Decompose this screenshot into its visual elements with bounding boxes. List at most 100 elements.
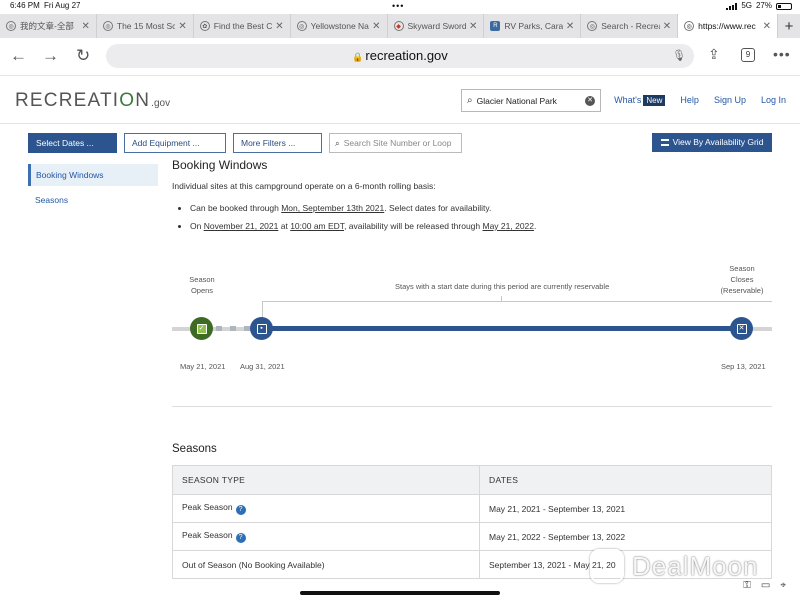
sign-up-link[interactable]: Sign Up (714, 95, 746, 105)
tab-favicon-icon: ◎ (296, 21, 307, 31)
booking-windows-section: Booking Windows Individual sites at this… (172, 158, 772, 239)
battery-icon (776, 2, 792, 10)
reservable-period-label: Stays with a start date during this peri… (395, 282, 610, 291)
browser-tab[interactable]: ◎ 我的文章-全部 ✕ (0, 14, 97, 38)
season-type: Out of Season (No Booking Available) (182, 559, 325, 570)
section-sidebar: Booking Windows Seasons (28, 164, 158, 214)
sidebar-item-booking-windows[interactable]: Booking Windows (28, 164, 158, 186)
booking-intro: Individual sites at this campground oper… (172, 181, 436, 191)
close-date-label: Sep 13, 2021 (721, 362, 766, 371)
release-through-date: May 21, 2022 (482, 221, 535, 231)
availability-grid-button[interactable]: View By Availability Grid (652, 133, 772, 152)
browser-tab[interactable]: ◆ Skyward Sword ✕ (388, 14, 485, 38)
tab-switcher-icon[interactable]: 9 (741, 48, 755, 62)
location-icon[interactable]: ⌖ (780, 580, 786, 591)
forward-arrow-icon[interactable]: → (42, 46, 59, 66)
tab-favicon-icon: ◆ (393, 21, 404, 31)
address-bar[interactable]: 🔒 recreation.gov 🎙 (106, 44, 694, 68)
calendar-check-icon: ✓ (196, 323, 207, 334)
recreation-gov-logo[interactable]: RECREATION.gov (15, 90, 170, 112)
today-date-label: Aug 31, 2021 (240, 362, 285, 371)
timeline-dash (230, 326, 236, 331)
close-tab-icon[interactable]: ✕ (372, 21, 380, 32)
tab-favicon-icon: ◎ (102, 21, 113, 31)
help-icon[interactable]: ? (235, 533, 246, 543)
seasons-title: Seasons (172, 443, 217, 455)
close-tab-icon[interactable]: ✕ (275, 21, 283, 32)
browser-tab-bar: ◎ 我的文章-全部 ✕ ◎ The 15 Most Sc ✕ ✿ Find the Bes… (0, 14, 800, 38)
season-closes-marker: ✕ (730, 317, 753, 340)
season-dates: May 21, 2021 - September 13, 2021 (479, 494, 772, 523)
season-type-header: SEASON TYPE (172, 465, 480, 495)
close-tab-icon[interactable]: ✕ (566, 21, 574, 32)
site-number-search-input[interactable]: ⌕ Search Site Number or Loop (329, 133, 462, 153)
help-link[interactable]: Help (680, 95, 699, 105)
close-tab-icon[interactable]: ✕ (763, 21, 771, 32)
calendar-icon: ▪ (256, 323, 267, 334)
list-item: On November 21, 2021 at 10:00 am EDT, av… (190, 221, 772, 231)
search-icon: ⌕ (335, 138, 340, 148)
battery-percent: 27% (755, 1, 772, 10)
grid-icon (660, 139, 669, 146)
reservable-period-line (262, 326, 742, 331)
more-options-icon[interactable]: ••• (773, 46, 791, 62)
share-icon[interactable]: ⇪ (708, 46, 720, 63)
address-url: recreation.gov (365, 48, 448, 63)
home-indicator[interactable] (300, 591, 500, 595)
booking-timeline: Season Opens Season Closes (Reservable) Sta… (172, 258, 772, 378)
key-icon[interactable]: ⚿ (743, 580, 751, 591)
help-icon[interactable]: ? (235, 505, 246, 515)
season-dates: May 21, 2022 - September 13, 2022 (479, 522, 772, 551)
signal-icon (726, 2, 738, 10)
table-row: Peak Season? May 21, 2022 - September 13… (172, 522, 772, 551)
tab-favicon-icon: ◎ (6, 21, 16, 31)
tab-favicon-icon: ◎ (587, 21, 598, 31)
header-links: What's New Help Sign Up Log In (614, 95, 786, 106)
sidebar-item-seasons[interactable]: Seasons (28, 189, 158, 211)
log-in-link[interactable]: Log In (761, 95, 786, 105)
season-opens-marker: ✓ (190, 317, 213, 340)
timeline-dash (216, 326, 222, 331)
table-header-row: SEASON TYPE DATES (172, 465, 772, 495)
search-value: Glacier National Park (476, 95, 557, 106)
browser-tab-active[interactable]: ◎ https://www.rec ✕ (678, 14, 778, 38)
section-divider (172, 406, 772, 407)
status-time: 6:46 PM (10, 1, 40, 10)
clear-search-icon[interactable]: ✕ (585, 95, 595, 106)
select-dates-button[interactable]: Select Dates ... (28, 133, 117, 153)
new-tab-icon[interactable]: + (778, 14, 800, 38)
dealmoon-logo-icon (590, 549, 624, 583)
close-tab-icon[interactable]: ✕ (663, 21, 671, 32)
browser-tab[interactable]: ◎ Search - Recrea ✕ (581, 14, 679, 38)
add-equipment-button[interactable]: Add Equipment ... (124, 133, 226, 153)
whats-new-link[interactable]: What's New (614, 95, 666, 106)
microphone-icon[interactable]: 🎙 (672, 44, 686, 68)
tab-favicon-icon: R (490, 21, 501, 31)
search-icon: ⌕ (467, 95, 473, 106)
tab-favicon-icon: ✿ (199, 21, 210, 31)
close-tab-icon[interactable]: ✕ (469, 21, 477, 32)
browser-tab[interactable]: ◎ Yellowstone Na ✕ (291, 14, 388, 38)
close-tab-icon[interactable]: ✕ (178, 21, 186, 32)
network-label: 5G (741, 1, 752, 10)
site-header: RECREATION.gov ⌕ Glacier National Park ✕… (0, 77, 800, 124)
filter-bar: Select Dates ... Add Equipment ... More … (0, 133, 800, 155)
booking-windows-title: Booking Windows (172, 158, 268, 172)
status-date: Fri Aug 27 (44, 1, 81, 10)
reservable-period-bracket (262, 301, 772, 323)
status-bar: 6:46 PM Fri Aug 27 ••• 5G 27% (0, 0, 800, 12)
bottom-toolbar: ⚿ ▭ ⌖ (743, 580, 786, 591)
reload-icon[interactable]: ↻ (76, 46, 90, 66)
more-filters-button[interactable]: More Filters ... (233, 133, 322, 153)
browser-tab[interactable]: ✿ Find the Best C ✕ (194, 14, 291, 38)
site-search-input[interactable]: ⌕ Glacier National Park ✕ (461, 89, 601, 112)
lock-icon: 🔒 (352, 52, 364, 62)
back-arrow-icon[interactable]: ← (10, 46, 27, 66)
new-badge: New (643, 95, 666, 106)
tab-favicon-icon: ◎ (684, 21, 695, 31)
browser-tab[interactable]: R RV Parks, Cara ✕ (484, 14, 582, 38)
close-tab-icon[interactable]: ✕ (81, 21, 89, 32)
card-icon[interactable]: ▭ (761, 580, 770, 591)
multitask-dots-icon[interactable]: ••• (392, 0, 404, 12)
browser-tab[interactable]: ◎ The 15 Most Sc ✕ (97, 14, 194, 38)
